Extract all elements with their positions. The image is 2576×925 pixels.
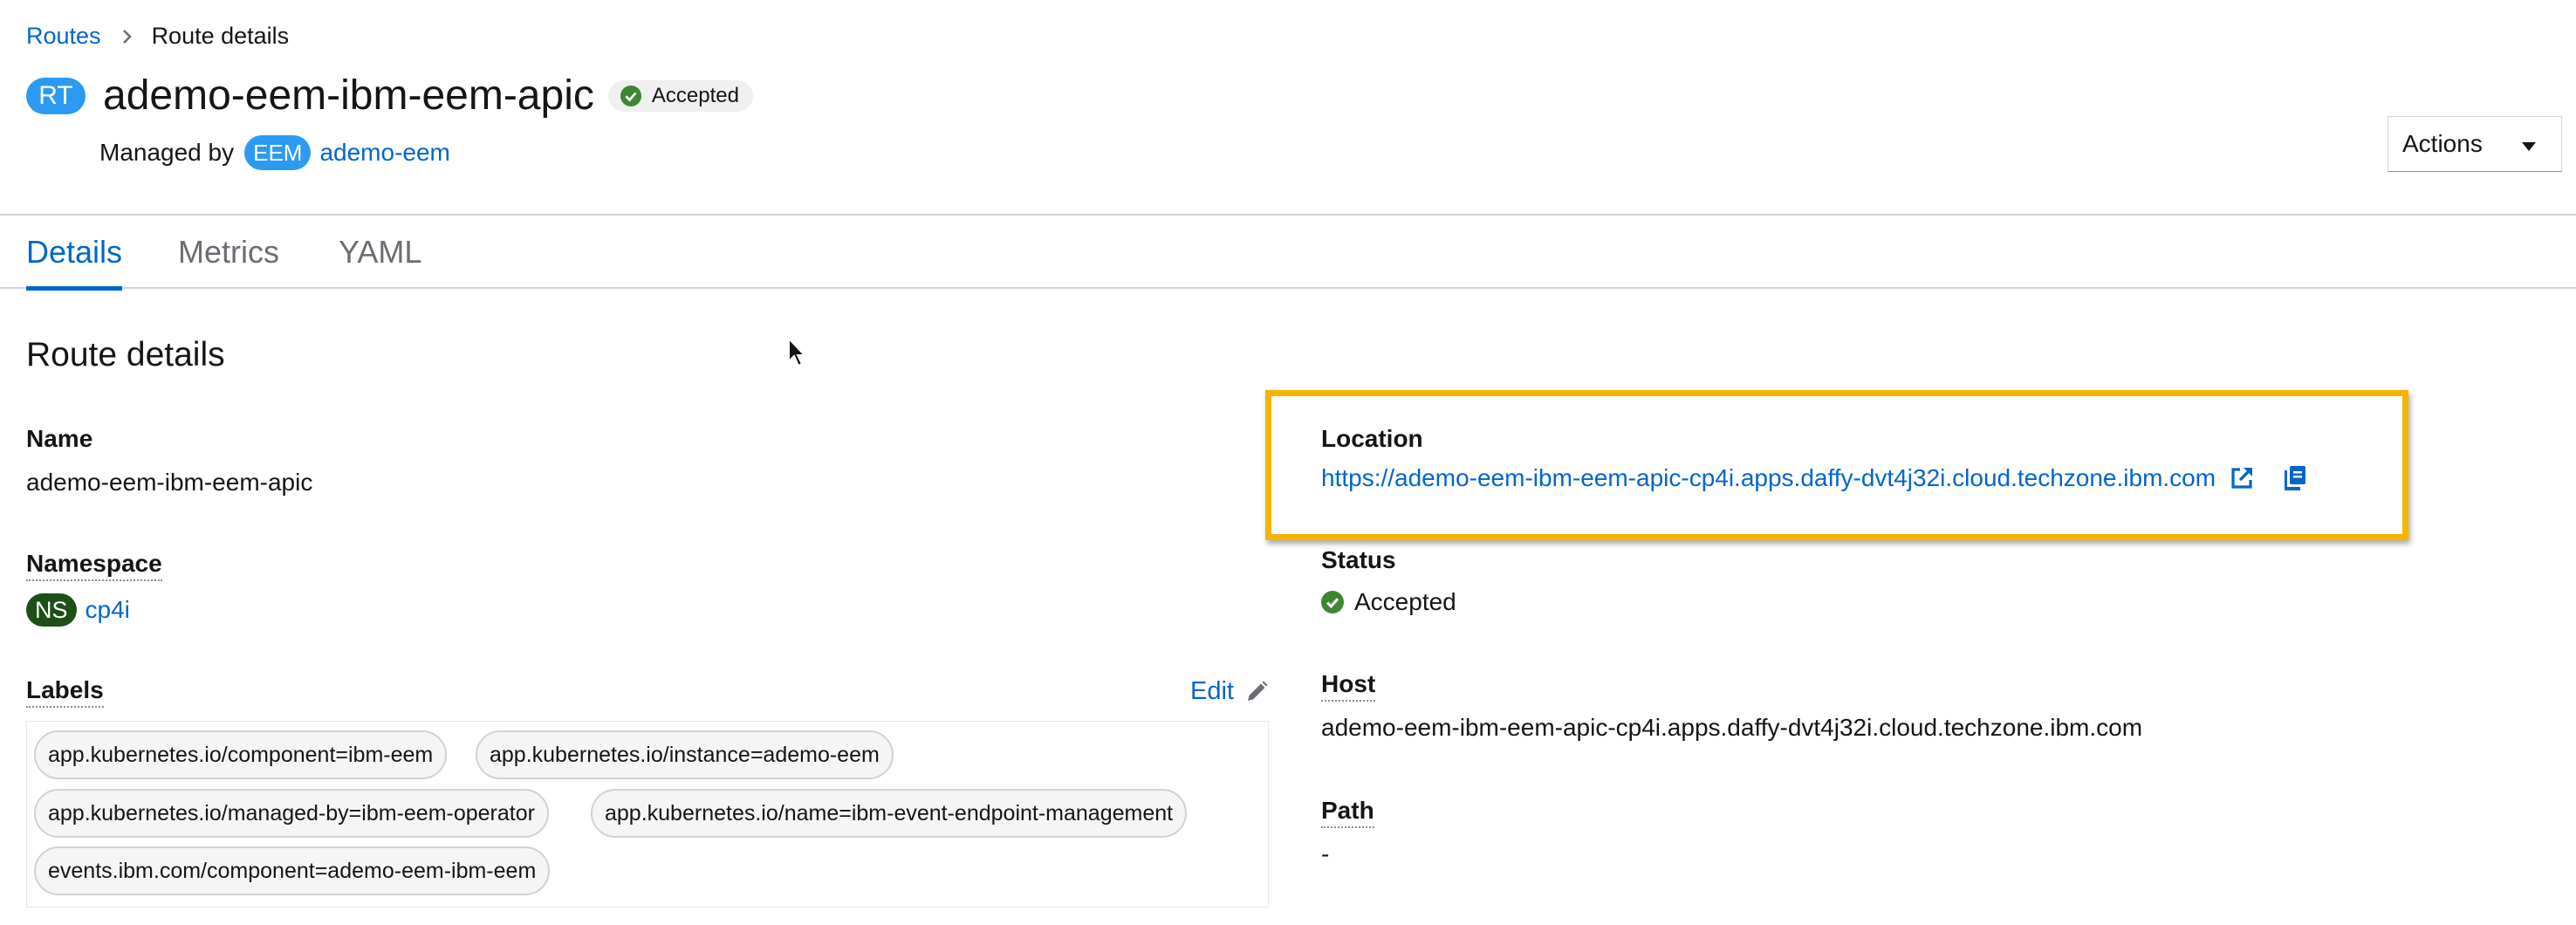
- breadcrumb-current: Route details: [151, 23, 290, 49]
- name-value: ademo-eem-ibm-eem-apic: [26, 469, 313, 496]
- namespace-link[interactable]: cp4i: [86, 596, 130, 624]
- resource-badge-eem: EEM: [244, 135, 312, 170]
- check-circle-icon: [1321, 591, 1344, 613]
- tab-details[interactable]: Details: [26, 216, 123, 291]
- copy-icon[interactable]: [2284, 465, 2306, 491]
- chevron-right-icon: [122, 29, 133, 45]
- status-badge: Accepted: [607, 80, 753, 112]
- actions-label: Actions: [2402, 130, 2483, 157]
- name-label: Name: [26, 425, 93, 452]
- namespace-value: NS cp4i: [26, 593, 130, 627]
- external-link-icon[interactable]: [2230, 466, 2254, 490]
- path-value: -: [1321, 840, 1330, 867]
- label-chip[interactable]: app.kubernetes.io/component=ibm-eem: [34, 730, 448, 779]
- managed-by: Managed by EEM ademo-eem: [99, 135, 450, 170]
- labels-box: app.kubernetes.io/component=ibm-eem app.…: [26, 721, 1269, 908]
- managed-by-label: Managed by: [99, 139, 235, 166]
- tab-yaml[interactable]: YAML: [339, 216, 421, 289]
- managed-by-link[interactable]: ademo-eem: [319, 139, 449, 167]
- location-link[interactable]: https://ademo-eem-ibm-eem-apic-cp4i.apps…: [1321, 464, 2216, 492]
- edit-label-text: Edit: [1190, 677, 1234, 705]
- labels-label[interactable]: Labels: [26, 676, 104, 708]
- edit-labels-button[interactable]: Edit: [1190, 677, 1269, 706]
- path-label[interactable]: Path: [1321, 797, 1374, 828]
- namespace-label[interactable]: Namespace: [26, 550, 162, 581]
- caret-down-icon: [2521, 130, 2537, 158]
- location-label: Location: [1321, 425, 1423, 452]
- tab-metrics[interactable]: Metrics: [178, 216, 279, 289]
- resource-badge-rt: RT: [26, 78, 86, 114]
- status-value: Accepted: [1321, 588, 1456, 616]
- breadcrumb: Routes Route details: [26, 23, 289, 50]
- resource-badge-ns: NS: [26, 593, 77, 627]
- page-title: ademo-eem-ibm-eem-apic: [103, 72, 594, 119]
- section-title: Route details: [26, 336, 225, 373]
- page-header: RT ademo-eem-ibm-eem-apic Accepted: [26, 72, 753, 120]
- pencil-icon: [1244, 680, 1269, 704]
- breadcrumb-routes-link[interactable]: Routes: [26, 23, 101, 50]
- label-chip[interactable]: app.kubernetes.io/name=ibm-event-endpoin…: [591, 789, 1188, 838]
- tab-bar: Details Metrics YAML: [0, 216, 2576, 291]
- location-value: https://ademo-eem-ibm-eem-apic-cp4i.apps…: [1321, 464, 2306, 492]
- host-value: ademo-eem-ibm-eem-apic-cp4i.apps.daffy-d…: [1321, 714, 2143, 741]
- label-chip[interactable]: app.kubernetes.io/managed-by=ibm-eem-ope…: [34, 789, 549, 838]
- host-label[interactable]: Host: [1321, 670, 1376, 702]
- status-text: Accepted: [1354, 588, 1456, 615]
- label-chip[interactable]: events.ibm.com/component=ademo-eem-ibm-e…: [34, 846, 551, 895]
- actions-dropdown[interactable]: Actions: [2388, 116, 2562, 172]
- mouse-cursor-icon: [787, 336, 808, 373]
- status-badge-text: Accepted: [651, 84, 739, 107]
- check-circle-icon: [620, 86, 641, 106]
- status-label: Status: [1321, 546, 1396, 573]
- label-chip[interactable]: app.kubernetes.io/instance=ademo-eem: [476, 730, 894, 779]
